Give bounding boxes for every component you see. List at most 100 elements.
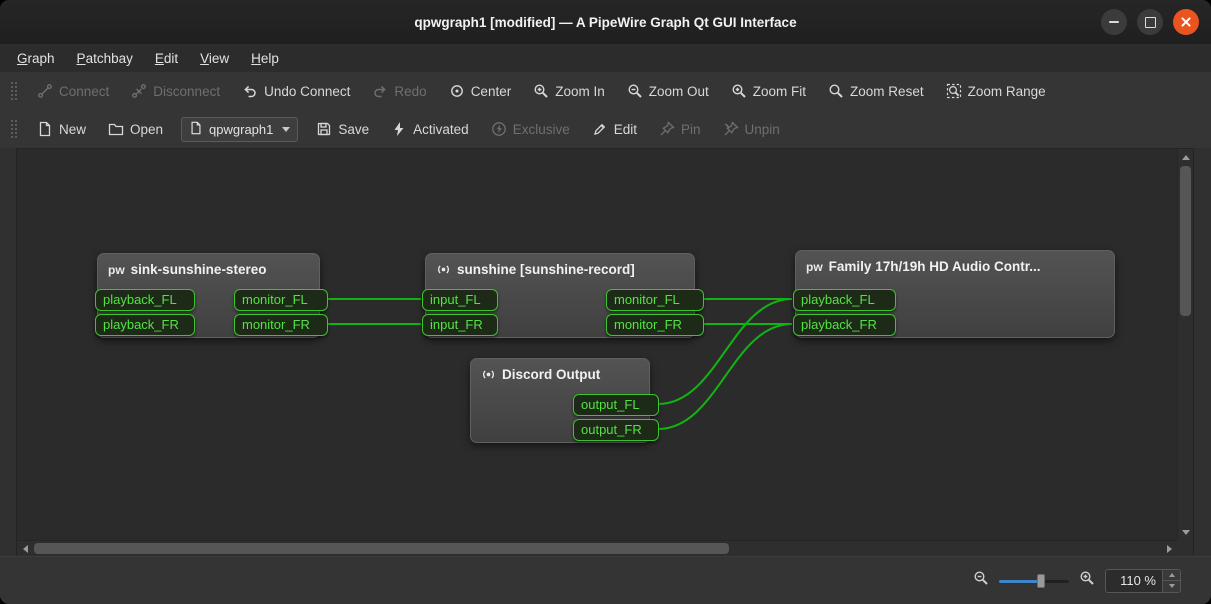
close-icon	[1180, 16, 1192, 28]
connections-layer	[17, 149, 1177, 540]
zoom-in-button[interactable]: Zoom In	[523, 78, 615, 104]
arrow-right-icon	[1167, 545, 1172, 553]
redo-icon	[372, 83, 388, 99]
unpin-icon	[723, 121, 739, 137]
horizontal-scrollbar[interactable]	[17, 540, 1177, 556]
minimize-button[interactable]	[1101, 9, 1127, 35]
port-playback_FL[interactable]: playback_FL	[95, 289, 195, 311]
arrow-down-icon	[1182, 530, 1190, 535]
scroll-left-button[interactable]	[17, 541, 33, 557]
node-family-hd-audio[interactable]: pw Family 17h/19h HD Audio Contr... play…	[795, 250, 1115, 338]
menu-edit[interactable]: Edit	[144, 47, 189, 70]
new-button[interactable]: New	[27, 116, 96, 142]
graph-toolbar: Connect Disconnect Undo Connect Redo Cen…	[0, 72, 1211, 111]
zoom-slider[interactable]	[999, 573, 1069, 589]
zoom-out-button[interactable]: Zoom Out	[617, 78, 719, 104]
node-header: pw Family 17h/19h HD Audio Contr...	[796, 251, 1114, 274]
vertical-scrollbar[interactable]	[1177, 149, 1193, 540]
statusbar: 110 %	[0, 556, 1211, 604]
node-header: Discord Output	[471, 359, 649, 382]
zoom-in-icon[interactable]	[1079, 570, 1095, 591]
zoom-out-icon	[627, 83, 643, 99]
disconnect-icon	[131, 83, 147, 99]
center-button[interactable]: Center	[439, 78, 522, 104]
maximize-button[interactable]	[1137, 9, 1163, 35]
menu-graph[interactable]: Graph	[6, 47, 66, 70]
close-button[interactable]	[1173, 9, 1199, 35]
scroll-down-button[interactable]	[1178, 524, 1194, 540]
node-title: sunshine [sunshine-record]	[457, 262, 635, 277]
zoom-value[interactable]: 110 %	[1106, 570, 1162, 592]
pin-icon	[659, 121, 675, 137]
zoom-spinbox[interactable]: 110 %	[1105, 569, 1181, 593]
menu-patchbay[interactable]: Patchbay	[66, 47, 144, 70]
zoom-step-up-button[interactable]	[1163, 570, 1180, 581]
node-title: Discord Output	[502, 367, 600, 382]
titlebar[interactable]: qpwgraph1 [modified] — A PipeWire Graph …	[0, 0, 1211, 45]
zoom-reset-button[interactable]: Zoom Reset	[818, 78, 934, 104]
zoom-spin-buttons	[1162, 570, 1180, 592]
toolbar-drag-handle[interactable]	[10, 80, 17, 102]
vertical-scrollbar-thumb[interactable]	[1180, 166, 1191, 316]
undo-icon	[242, 83, 258, 99]
port-output_FL[interactable]: output_FL	[573, 394, 659, 416]
zoom-out-icon[interactable]	[973, 570, 989, 591]
undo-connect-button[interactable]: Undo Connect	[232, 78, 360, 104]
port-monitor_FL[interactable]: monitor_FL	[234, 289, 328, 311]
graph-canvas[interactable]: pw sink-sunshine-stereo playback_FL play…	[17, 149, 1177, 540]
zoom-range-button[interactable]: Zoom Range	[936, 78, 1056, 104]
chevron-down-icon	[282, 127, 290, 132]
zoom-in-icon	[533, 83, 549, 99]
node-header: sunshine [sunshine-record]	[426, 254, 694, 277]
scroll-up-button[interactable]	[1178, 149, 1194, 165]
patchbay-selector-combobox[interactable]: qpwgraph1	[181, 117, 298, 142]
connect-button[interactable]: Connect	[27, 78, 119, 104]
window-title: qpwgraph1 [modified] — A PipeWire Graph …	[414, 15, 796, 30]
port-output_FR[interactable]: output_FR	[573, 419, 659, 441]
zoom-range-icon	[946, 83, 962, 99]
port-monitor_FL[interactable]: monitor_FL	[606, 289, 704, 311]
menu-help[interactable]: Help	[240, 47, 290, 70]
port-playback_FL[interactable]: playback_FL	[793, 289, 896, 311]
zoom-step-down-button[interactable]	[1163, 580, 1180, 592]
pin-button[interactable]: Pin	[649, 116, 711, 142]
horizontal-scrollbar-thumb[interactable]	[34, 543, 729, 554]
arrow-up-icon	[1169, 573, 1175, 577]
toolbar-drag-handle[interactable]	[10, 118, 17, 140]
node-title: Family 17h/19h HD Audio Contr...	[829, 259, 1041, 274]
save-icon	[316, 121, 332, 137]
menubar: Graph Patchbay Edit View Help	[0, 44, 1211, 73]
scroll-right-button[interactable]	[1161, 541, 1177, 557]
zoom-controls: 110 %	[973, 557, 1181, 604]
activated-toggle[interactable]: Activated	[381, 116, 479, 142]
disconnect-button[interactable]: Disconnect	[121, 78, 230, 104]
arrow-down-icon	[1169, 584, 1175, 588]
node-sink-sunshine-stereo[interactable]: pw sink-sunshine-stereo playback_FL play…	[97, 253, 320, 338]
port-monitor_FR[interactable]: monitor_FR	[234, 314, 328, 336]
unpin-button[interactable]: Unpin	[713, 116, 790, 142]
zoom-fit-icon	[731, 83, 747, 99]
zoom-slider-handle[interactable]	[1037, 574, 1045, 588]
patchbay-selector-value: qpwgraph1	[209, 122, 273, 137]
exclusive-toggle[interactable]: Exclusive	[481, 116, 580, 142]
port-monitor_FR[interactable]: monitor_FR	[606, 314, 704, 336]
node-sunshine-record[interactable]: sunshine [sunshine-record] input_FL inpu…	[425, 253, 695, 338]
port-input_FL[interactable]: input_FL	[422, 289, 498, 311]
edit-pencil-icon	[592, 121, 608, 137]
main-area: pw sink-sunshine-stereo playback_FL play…	[0, 148, 1211, 557]
patchbay-toolbar: New Open qpwgraph1 Save Activated Exclus…	[0, 110, 1211, 149]
open-button[interactable]: Open	[98, 116, 173, 142]
monitor-stream-icon	[481, 367, 496, 382]
zoom-fit-button[interactable]: Zoom Fit	[721, 78, 816, 104]
exclusive-icon	[491, 121, 507, 137]
node-discord-output[interactable]: Discord Output output_FL output_FR	[470, 358, 650, 443]
port-playback_FR[interactable]: playback_FR	[793, 314, 896, 336]
zoom-slider-fill	[999, 580, 1038, 583]
save-button[interactable]: Save	[306, 116, 379, 142]
new-file-icon	[37, 121, 53, 137]
port-playback_FR[interactable]: playback_FR	[95, 314, 195, 336]
port-input_FR[interactable]: input_FR	[422, 314, 498, 336]
edit-toggle[interactable]: Edit	[582, 116, 647, 142]
menu-view[interactable]: View	[189, 47, 240, 70]
redo-button[interactable]: Redo	[362, 78, 436, 104]
